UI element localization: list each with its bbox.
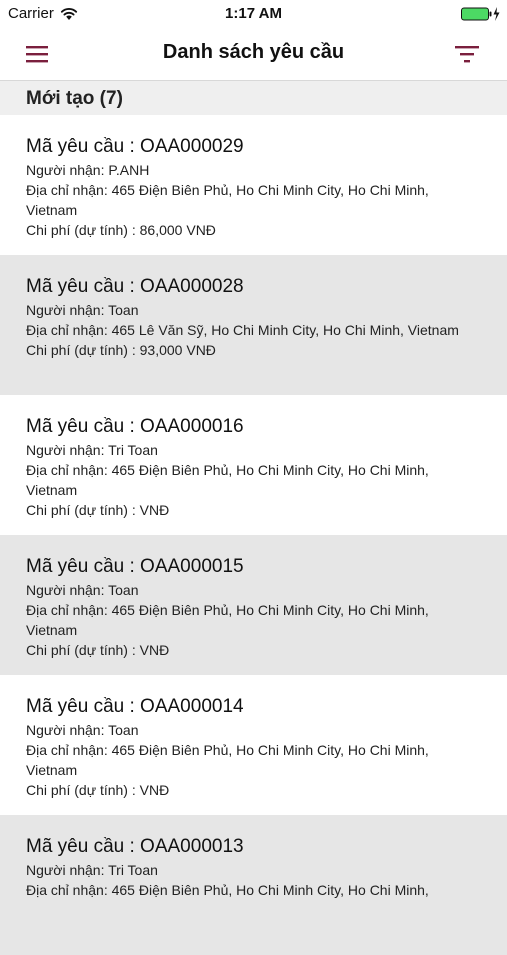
request-cost: Chi phí (dự tính) : 93,000 VNĐ [26,342,216,358]
request-recipient: Người nhận: P.ANH [26,162,150,178]
request-item[interactable]: Mã yêu cầu : OAA000015 Người nhận: Toan … [0,535,507,675]
request-item[interactable]: Mã yêu cầu : OAA000029 Người nhận: P.ANH… [0,115,507,255]
section-title: Mới tạo (7) [26,88,123,109]
page-title: Danh sách yêu cầu [162,41,345,63]
request-list: Mã yêu cầu : OAA000029 Người nhận: P.ANH… [0,115,507,955]
request-item[interactable]: Mã yêu cầu : OAA000013 Người nhận: Tri T… [0,815,507,955]
request-item[interactable]: Mã yêu cầu : OAA000028 Người nhận: Toan … [0,255,507,395]
request-recipient: Người nhận: Tri Toan [26,442,158,458]
request-cost: Chi phí (dự tính) : VNĐ [26,642,170,658]
request-item[interactable]: Mã yêu cầu : OAA000016 Người nhận: Tri T… [0,395,507,535]
request-code: Mã yêu cầu : OAA000015 [26,556,244,577]
request-address: Địa chỉ nhận: 465 Điện Biên Phủ, Ho Chi … [26,462,429,498]
request-item[interactable]: Mã yêu cầu : OAA000014 Người nhận: Toan … [0,675,507,815]
battery-charging-icon [461,7,500,21]
nav-bar: Danh sách yêu cầu [0,28,507,81]
request-recipient: Người nhận: Tri Toan [26,862,158,878]
status-time: 1:17 AM [225,5,282,22]
request-code: Mã yêu cầu : OAA000016 [26,416,244,437]
filter-icon [455,46,479,63]
request-cost: Chi phí (dự tính) : 86,000 VNĐ [26,222,216,238]
request-recipient: Người nhận: Toan [26,302,139,318]
request-cost: Chi phí (dự tính) : VNĐ [26,782,170,798]
request-cost: Chi phí (dự tính) : VNĐ [26,502,170,518]
request-address: Địa chỉ nhận: 465 Điện Biên Phủ, Ho Chi … [26,742,429,778]
request-code: Mã yêu cầu : OAA000013 [26,836,244,857]
request-recipient: Người nhận: Toan [26,582,139,598]
request-address: Địa chỉ nhận: 465 Điện Biên Phủ, Ho Chi … [26,182,429,218]
request-code: Mã yêu cầu : OAA000014 [26,696,244,717]
request-address: Địa chỉ nhận: 465 Điện Biên Phủ, Ho Chi … [26,602,429,638]
request-address: Địa chỉ nhận: 465 Điện Biên Phủ, Ho Chi … [26,882,429,898]
request-address: Địa chỉ nhận: 465 Lê Văn Sỹ, Ho Chi Minh… [26,322,459,338]
request-code: Mã yêu cầu : OAA000028 [26,276,244,297]
status-bar: Carrier 1:17 AM [0,0,507,28]
filter-button[interactable] [453,42,483,66]
section-header: Mới tạo (7) [0,81,507,115]
request-code: Mã yêu cầu : OAA000029 [26,136,244,157]
request-recipient: Người nhận: Toan [26,722,139,738]
